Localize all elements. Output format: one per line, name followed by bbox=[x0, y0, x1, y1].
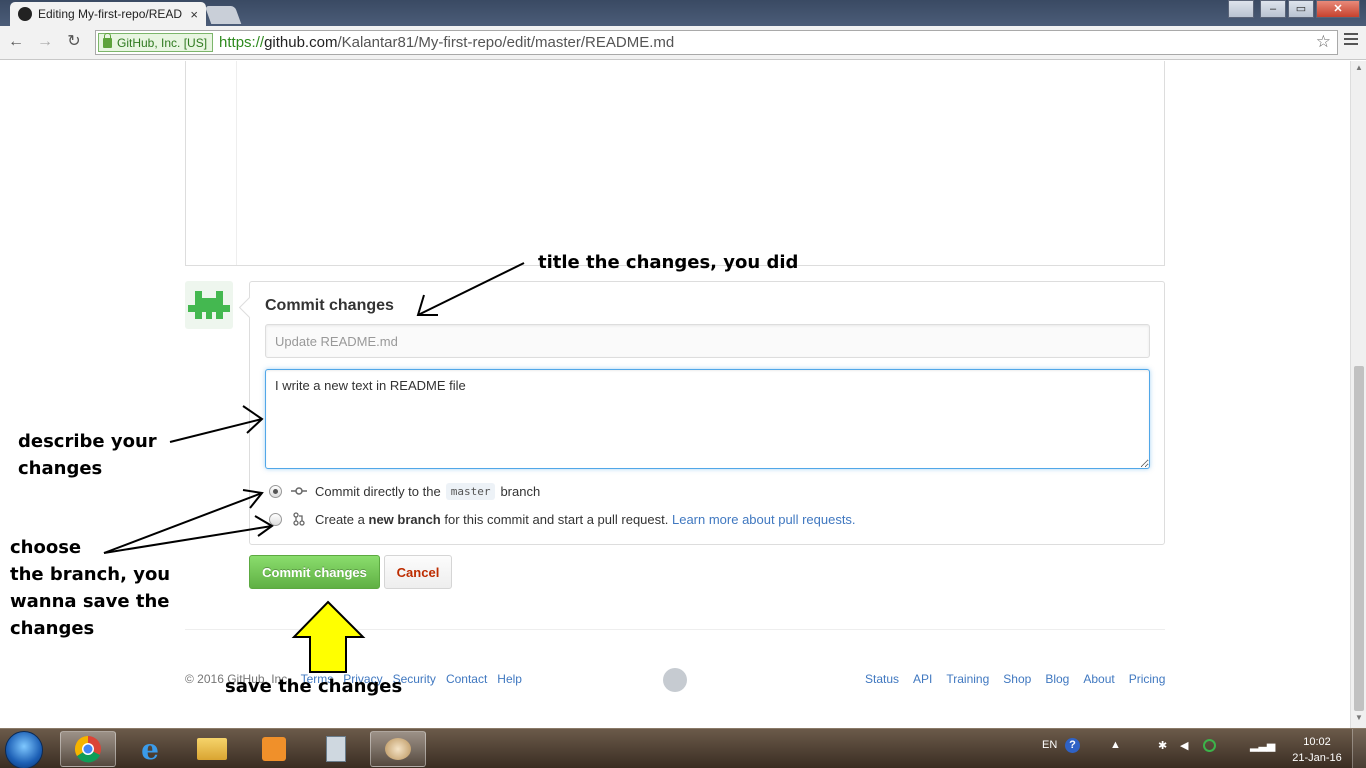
footer-divider bbox=[185, 629, 1165, 630]
footer-link-api[interactable]: API bbox=[913, 672, 932, 686]
scroll-thumb[interactable] bbox=[1354, 366, 1364, 711]
commit-direct-suffix: branch bbox=[500, 483, 541, 499]
commit-direct-radio[interactable] bbox=[269, 484, 282, 498]
calculator-taskbar-button[interactable] bbox=[308, 731, 364, 767]
calculator-icon bbox=[326, 736, 346, 762]
pull-request-icon bbox=[291, 511, 307, 527]
annotation-describe-2: changes bbox=[18, 458, 103, 479]
lock-icon bbox=[103, 32, 112, 48]
chrome-taskbar-button[interactable] bbox=[60, 731, 116, 767]
forward-icon[interactable]: → bbox=[35, 32, 55, 52]
url-host: github.com bbox=[264, 34, 338, 51]
commit-description-input[interactable]: I write a new text in README file bbox=[265, 369, 1150, 469]
windows-taskbar: e EN ? ▲ ✱ ◀ ▂▃▅ 10:02 21-Jan-16 bbox=[0, 728, 1366, 768]
back-icon[interactable]: ← bbox=[6, 32, 26, 52]
explorer-taskbar-button[interactable] bbox=[184, 731, 240, 767]
annotation-branch-4: changes bbox=[10, 618, 95, 639]
commit-heading: Commit changes bbox=[265, 297, 394, 314]
folder-icon bbox=[197, 738, 227, 760]
annotation-save: save the changes bbox=[225, 676, 403, 697]
footer-right: Status API Training Shop Blog About Pricing bbox=[865, 672, 1165, 686]
commit-changes-button[interactable]: Commit changes bbox=[249, 555, 380, 589]
cancel-button[interactable]: Cancel bbox=[384, 555, 452, 589]
tab-title: Editing My-first-repo/READ bbox=[38, 7, 183, 21]
media-player-icon bbox=[262, 737, 286, 761]
security-badge[interactable]: GitHub, Inc. [US] bbox=[98, 32, 214, 52]
window-minimize-button[interactable]: – bbox=[1260, 0, 1286, 18]
save-arrow-icon bbox=[291, 600, 366, 673]
page-scrollbar[interactable]: ▲ ▼ bbox=[1350, 61, 1366, 728]
github-octocat-icon[interactable] bbox=[663, 668, 687, 692]
new-branch-bold: new branch bbox=[368, 511, 441, 527]
internet-explorer-icon: e bbox=[141, 732, 159, 766]
annotation-branch-3: wanna save the bbox=[10, 591, 170, 612]
paint-taskbar-button[interactable] bbox=[370, 731, 426, 767]
pull-request-help-link[interactable]: Learn more about pull requests. bbox=[672, 512, 856, 527]
footer-link-pricing[interactable]: Pricing bbox=[1129, 672, 1166, 686]
language-indicator[interactable]: EN bbox=[1042, 739, 1057, 751]
footer-link-contact[interactable]: Contact bbox=[446, 672, 487, 686]
annotation-branch-1: choose bbox=[10, 537, 82, 558]
footer-link-about[interactable]: About bbox=[1083, 672, 1114, 686]
commit-summary-input[interactable] bbox=[265, 324, 1150, 358]
commit-form: Commit changes I write a new text in REA… bbox=[249, 281, 1165, 545]
github-favicon-icon bbox=[18, 7, 32, 21]
branch-name: master bbox=[445, 482, 496, 500]
address-bar[interactable]: GitHub, Inc. [US] https://github.com/Kal… bbox=[95, 30, 1338, 55]
commit-direct-option[interactable]: Commit directly to the master branch bbox=[269, 482, 540, 500]
browser-titlebar: Editing My-first-repo/READ × – ▭ ✕ bbox=[0, 0, 1366, 26]
network-signal-icon[interactable]: ▂▃▅ bbox=[1250, 739, 1275, 752]
system-clock[interactable]: 10:02 21-Jan-16 bbox=[1287, 734, 1347, 766]
footer-link-status[interactable]: Status bbox=[865, 672, 899, 686]
window-restore-button[interactable]: ▭ bbox=[1288, 0, 1314, 18]
new-tab-button[interactable] bbox=[204, 6, 242, 24]
clock-date: 21-Jan-16 bbox=[1292, 752, 1342, 764]
url-scheme: https:// bbox=[219, 34, 265, 51]
chrome-icon bbox=[74, 735, 101, 763]
editor-gutter bbox=[186, 61, 237, 265]
footer-link-blog[interactable]: Blog bbox=[1045, 672, 1069, 686]
show-desktop-button[interactable] bbox=[1352, 729, 1366, 768]
scroll-down-icon[interactable]: ▼ bbox=[1351, 713, 1366, 725]
paint-icon bbox=[385, 738, 411, 760]
footer-link-training[interactable]: Training bbox=[946, 672, 989, 686]
page-content: Commit changes I write a new text in REA… bbox=[0, 61, 1350, 728]
new-branch-prefix: Create a bbox=[315, 511, 365, 527]
help-icon[interactable]: ? bbox=[1065, 738, 1080, 753]
window-close-button[interactable]: ✕ bbox=[1316, 0, 1360, 18]
url-text[interactable]: https://github.com/Kalantar81/My-first-r… bbox=[219, 34, 674, 51]
media-taskbar-button[interactable] bbox=[246, 731, 302, 767]
avatar bbox=[185, 281, 233, 329]
tab-close-icon[interactable]: × bbox=[190, 7, 198, 22]
new-branch-radio[interactable] bbox=[269, 512, 282, 526]
annotation-describe-1: describe your bbox=[18, 431, 157, 452]
volume-icon[interactable]: ◀ bbox=[1180, 739, 1188, 752]
browser-menu-icon[interactable] bbox=[1344, 33, 1358, 47]
ie-taskbar-button[interactable]: e bbox=[122, 731, 178, 767]
file-editor[interactable] bbox=[185, 61, 1165, 266]
window-user-icon[interactable] bbox=[1228, 0, 1254, 18]
security-label: GitHub, Inc. [US] bbox=[117, 35, 208, 50]
scroll-up-icon[interactable]: ▲ bbox=[1351, 63, 1366, 75]
bluetooth-icon[interactable]: ✱ bbox=[1158, 739, 1167, 752]
browser-toolbar: ← → ↻ GitHub, Inc. [US] https://github.c… bbox=[0, 26, 1366, 60]
footer-link-help[interactable]: Help bbox=[497, 672, 522, 686]
annotation-branch-2: the branch, you bbox=[10, 564, 171, 585]
annotation-title: title the changes, you did bbox=[538, 252, 799, 273]
url-path: /Kalantar81/My-first-repo/edit/master/RE… bbox=[337, 34, 675, 51]
start-button[interactable] bbox=[5, 731, 43, 768]
bookmark-star-icon[interactable]: ☆ bbox=[1316, 32, 1331, 52]
new-branch-option[interactable]: Create a new branch for this commit and … bbox=[269, 510, 856, 528]
reload-icon[interactable]: ↻ bbox=[64, 32, 84, 52]
git-commit-icon bbox=[291, 483, 307, 499]
status-ring-icon[interactable] bbox=[1203, 739, 1216, 752]
browser-tab-active[interactable]: Editing My-first-repo/READ × bbox=[10, 2, 206, 26]
footer-link-shop[interactable]: Shop bbox=[1003, 672, 1031, 686]
tray-expand-icon[interactable]: ▲ bbox=[1110, 739, 1121, 751]
new-branch-suffix: for this commit and start a pull request… bbox=[444, 511, 669, 527]
clock-time: 10:02 bbox=[1303, 736, 1331, 748]
commit-direct-prefix: Commit directly to the bbox=[315, 483, 441, 499]
